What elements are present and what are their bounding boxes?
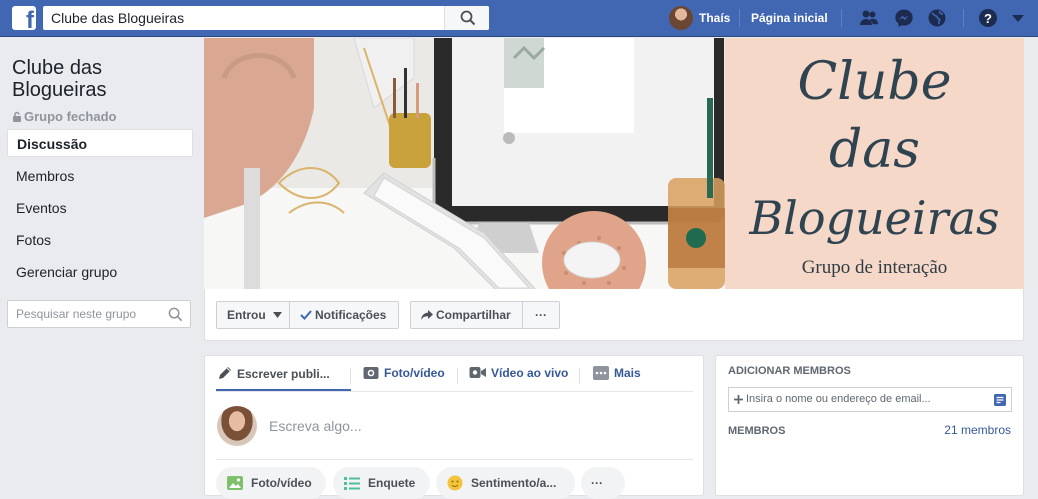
friends-icon[interactable]: [859, 8, 879, 28]
sidebar-item-gerenciar-grupo[interactable]: Gerenciar grupo: [7, 258, 193, 286]
more-options-label: ···: [535, 308, 547, 322]
svg-text:?: ?: [984, 11, 992, 26]
poll-pill-button[interactable]: Enquete: [333, 467, 430, 499]
tab-more[interactable]: Mais: [593, 366, 641, 380]
poll-pill-label: Enquete: [368, 476, 416, 490]
joined-button[interactable]: Entrou: [216, 301, 290, 329]
notifications-button[interactable]: Notificações: [289, 301, 399, 329]
nav-separator: [963, 9, 964, 27]
group-search-input[interactable]: Pesquisar neste grupo: [7, 300, 191, 328]
checkmark-icon: [300, 310, 312, 320]
nav-separator: [739, 9, 740, 27]
group-search-placeholder: Pesquisar neste grupo: [16, 307, 137, 321]
help-icon[interactable]: ?: [978, 8, 998, 28]
tab-photo-video-label: Foto/vídeo: [384, 366, 445, 380]
user-avatar[interactable]: [217, 406, 257, 446]
photo-icon: [227, 476, 243, 490]
contact-card-icon[interactable]: [994, 394, 1006, 406]
messenger-icon[interactable]: [894, 8, 914, 28]
nav-separator: [841, 9, 842, 27]
search-button[interactable]: [444, 6, 489, 30]
post-composer: Escrever publi... Foto/vídeo Vídeo ao vi…: [204, 355, 704, 499]
share-icon: [421, 310, 433, 320]
tab-more-label: Mais: [614, 366, 641, 380]
feeling-pill-label: Sentimento/a...: [471, 476, 557, 490]
tab-write-post-label: Escrever publi...: [237, 367, 330, 381]
lock-icon: [13, 111, 21, 122]
sidebar-item-discussao[interactable]: Discussão: [7, 129, 193, 157]
chevron-down-icon[interactable]: [1011, 12, 1025, 24]
tab-separator: [457, 368, 458, 384]
tab-live-video[interactable]: Vídeo ao vivo: [469, 366, 568, 380]
pencil-icon: [219, 367, 231, 379]
video-camera-icon: [469, 367, 486, 378]
top-navigation-bar: f Clube das Blogueiras Thaís Página inic…: [0, 0, 1038, 37]
more-pill-button[interactable]: ···: [581, 467, 625, 499]
camera-icon: [363, 367, 379, 379]
add-members-input[interactable]: Insira o nome ou endereço de email...: [728, 387, 1012, 412]
share-label: Compartilhar: [436, 308, 511, 322]
group-cover-photo[interactable]: Clube das Blogueiras Grupo de interação: [204, 38, 1024, 289]
cover-title-panel: Clube das Blogueiras Grupo de interação: [725, 38, 1024, 289]
post-text-input[interactable]: Escreva algo...: [269, 418, 362, 434]
sidebar-item-eventos[interactable]: Eventos: [7, 194, 193, 222]
more-pill-label: ···: [591, 476, 603, 490]
group-action-bar: Entrou Notificações Compartilhar ···: [204, 289, 1024, 341]
share-button[interactable]: Compartilhar: [410, 301, 523, 329]
home-link[interactable]: Página inicial: [751, 11, 828, 25]
desk-illustration: [204, 38, 725, 289]
tab-separator: [579, 368, 580, 384]
photo-video-pill-label: Foto/vídeo: [251, 476, 312, 490]
composer-divider: [216, 459, 693, 460]
user-avatar[interactable]: [669, 6, 693, 30]
facebook-logo-icon[interactable]: f: [12, 6, 36, 30]
group-privacy-label: Grupo fechado: [24, 109, 117, 124]
sidebar-item-membros[interactable]: Membros: [7, 162, 193, 190]
cover-subtitle: Grupo de interação: [801, 257, 948, 278]
sidebar-item-fotos[interactable]: Fotos: [7, 226, 193, 254]
caret-down-icon: [273, 312, 283, 318]
add-members-placeholder: Insira o nome ou endereço de email...: [746, 393, 931, 405]
tab-write-post[interactable]: Escrever publi...: [217, 366, 330, 381]
plus-icon: [734, 395, 743, 404]
cover-title-line-1: Clube: [797, 52, 952, 112]
joined-label: Entrou: [227, 308, 266, 322]
composer-divider: [216, 391, 693, 392]
list-icon: [344, 477, 360, 490]
smiley-icon: [447, 475, 463, 491]
search-box[interactable]: Clube das Blogueiras: [43, 6, 489, 30]
search-input[interactable]: Clube das Blogueiras: [51, 10, 184, 26]
notifications-label: Notificações: [315, 308, 387, 322]
members-panel: ADICIONAR MEMBROS Insira o nome ou ender…: [715, 355, 1024, 496]
search-icon[interactable]: [168, 307, 183, 322]
feeling-pill-button[interactable]: Sentimento/a...: [436, 467, 575, 499]
more-dots-icon: [593, 366, 609, 380]
tab-photo-video[interactable]: Foto/vídeo: [363, 366, 445, 380]
more-options-button[interactable]: ···: [522, 301, 560, 329]
search-icon: [460, 10, 476, 26]
tab-live-video-label: Vídeo ao vivo: [491, 366, 569, 380]
tab-separator: [350, 368, 351, 384]
cover-title-line-2: das: [829, 120, 920, 180]
group-privacy: Grupo fechado: [12, 109, 116, 124]
cover-desk-photo: [204, 38, 725, 289]
active-tab-indicator: [216, 389, 351, 391]
group-name[interactable]: Clube das Blogueiras: [12, 57, 132, 101]
photo-video-pill-button[interactable]: Foto/vídeo: [216, 467, 326, 499]
group-sidebar: Clube das Blogueiras Grupo fechado Discu…: [0, 38, 200, 496]
members-count-link[interactable]: 21 membros: [944, 423, 1011, 437]
user-name-link[interactable]: Thaís: [699, 11, 730, 25]
members-heading: MEMBROS: [728, 425, 786, 437]
globe-icon[interactable]: [927, 8, 947, 28]
add-members-heading: ADICIONAR MEMBROS: [728, 365, 851, 377]
cover-title-line-3: Blogueiras: [749, 191, 1000, 245]
